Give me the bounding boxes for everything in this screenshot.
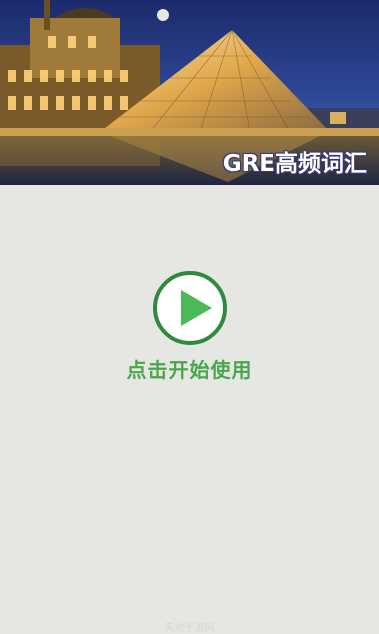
start-button-label[interactable]: 点击开始使用 (127, 354, 253, 383)
app-title: GRE高频词汇 (222, 151, 367, 177)
start-panel: 点击开始使用 (0, 270, 379, 400)
watermark: 天地手游网 (164, 623, 215, 634)
moon-icon (157, 9, 169, 21)
header-banner: GRE高频词汇 (0, 0, 379, 185)
play-icon[interactable] (152, 270, 228, 346)
